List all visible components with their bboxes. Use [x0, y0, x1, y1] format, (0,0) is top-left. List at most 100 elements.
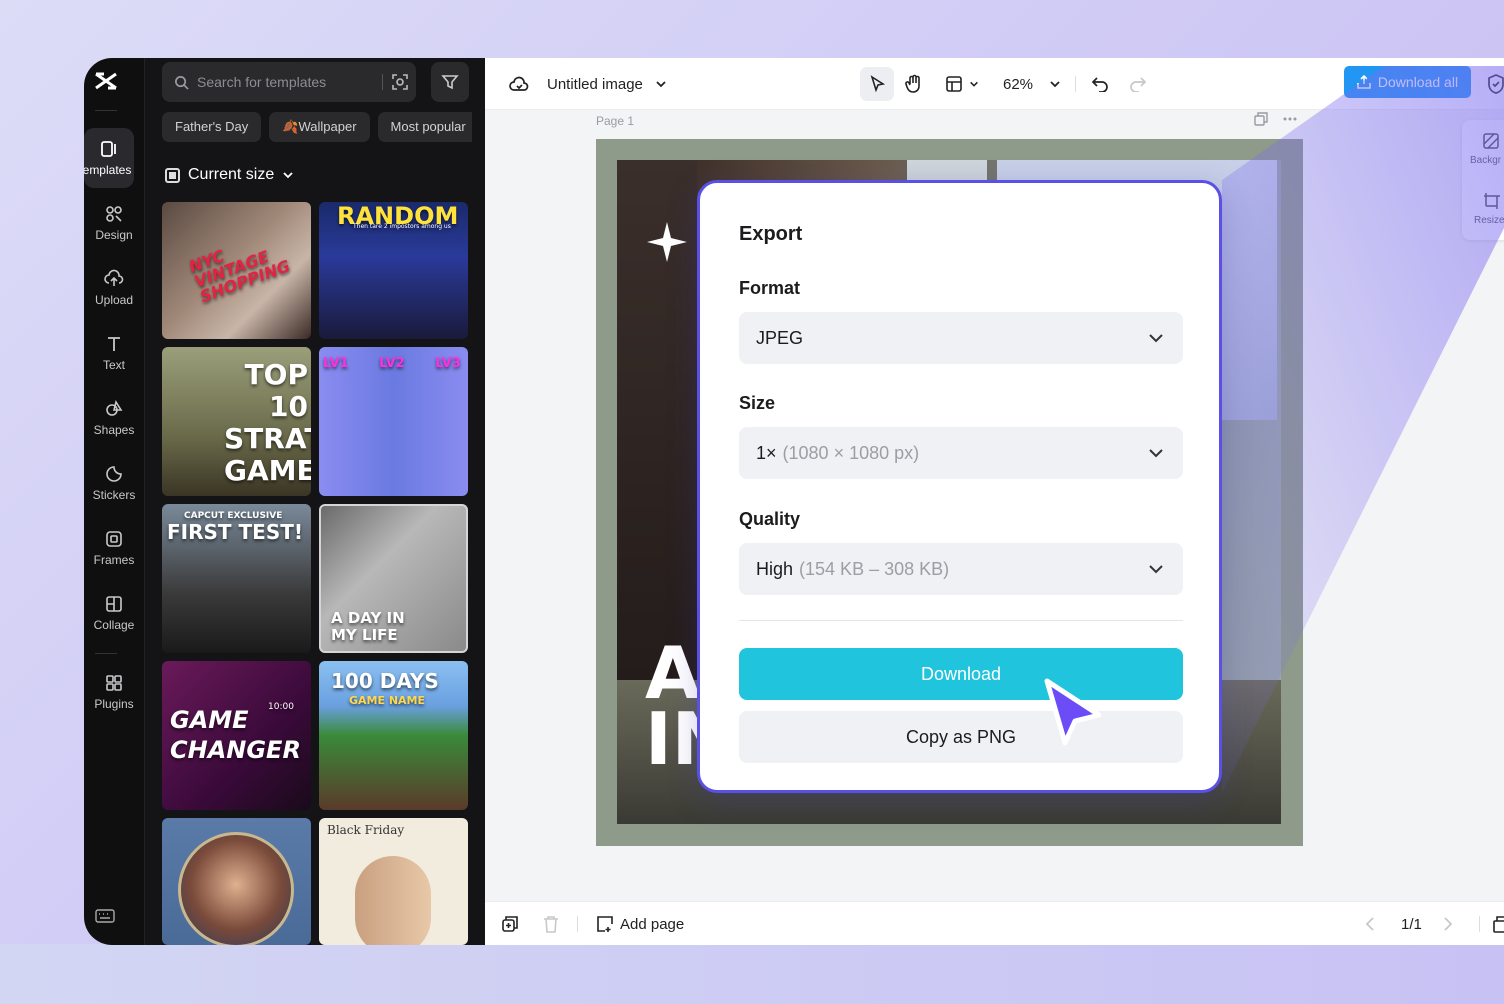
size-label: Size	[739, 393, 776, 413]
layout-button[interactable]	[945, 58, 979, 110]
sidebar-item-text[interactable]: Text	[84, 323, 144, 383]
add-page-button[interactable]: Add page	[596, 902, 684, 945]
select-tool-button[interactable]	[860, 67, 894, 101]
chevron-down-icon	[1149, 449, 1163, 458]
resize-tool[interactable]: Resize	[1474, 192, 1504, 226]
chevron-down-icon	[656, 81, 666, 88]
more-icon[interactable]	[1282, 112, 1298, 126]
sidebar-item-templates[interactable]: Templates	[84, 128, 134, 188]
filter-button[interactable]	[431, 62, 469, 102]
sidebar-item-collage[interactable]: Collage	[84, 583, 144, 643]
background-band	[0, 944, 1504, 1004]
search-input[interactable]	[197, 74, 367, 90]
template-card[interactable]: CAPCUT EXCLUSIVE FIRST TEST!	[162, 504, 311, 653]
duplicate-button[interactable]	[501, 902, 519, 945]
quality-label: Quality	[739, 509, 801, 529]
next-page-button[interactable]	[1443, 902, 1453, 945]
template-card[interactable]: 100 DAYS GAME NAME	[319, 661, 468, 810]
bottom-toolbar: Add page 1/1	[485, 901, 1504, 945]
rail-divider	[95, 110, 117, 111]
chevron-right-icon	[1444, 917, 1453, 931]
cloud-icon	[509, 76, 529, 91]
undo-icon	[1091, 77, 1108, 92]
product-image	[355, 856, 431, 945]
page-counter: 1/1	[1401, 915, 1422, 933]
duplicate-page-icon[interactable]	[1254, 112, 1268, 126]
page-label: Page 1	[596, 114, 635, 128]
sparkle-icon	[647, 222, 687, 262]
mouse-cursor-icon	[1044, 678, 1102, 746]
collage-icon	[106, 596, 122, 612]
background-icon	[1482, 133, 1499, 149]
sidebar-item-upload[interactable]: Upload	[84, 258, 144, 318]
sidebar-item-stickers[interactable]: Stickers	[84, 453, 144, 513]
quality-select[interactable]: High (154 KB – 308 KB)	[739, 543, 1183, 595]
upload-icon	[104, 269, 124, 286]
rail-divider	[95, 653, 117, 654]
sidebar-item-design[interactable]: Design	[84, 193, 144, 253]
right-side-panel: Backgr Resize	[1462, 120, 1504, 240]
pages-icon	[1493, 916, 1504, 933]
size-selector[interactable]: Current size	[165, 166, 294, 184]
shield-button[interactable]	[1487, 58, 1504, 110]
cloud-save-button[interactable]	[509, 58, 529, 110]
capcut-logo-icon	[95, 72, 117, 90]
stickers-icon	[106, 466, 122, 482]
chevron-down-icon	[1149, 565, 1163, 574]
chevron-down-icon	[1050, 81, 1060, 88]
download-button[interactable]: Download	[739, 648, 1183, 700]
portrait-image	[178, 832, 294, 945]
export-dialog: Export Format JPEG Size 1× (1080 × 1080 …	[697, 180, 1222, 793]
image-search-icon[interactable]	[390, 72, 410, 92]
chip-most-popular[interactable]: Most popular	[377, 112, 472, 142]
plugins-icon	[106, 675, 122, 691]
template-card[interactable]: LV1 LV2 LV3	[319, 347, 468, 496]
templates-icon	[101, 141, 116, 157]
bottom-divider	[1479, 916, 1480, 932]
chevron-down-icon	[283, 172, 293, 179]
search-box[interactable]	[162, 62, 416, 102]
export-title: Export	[739, 223, 803, 245]
layout-icon	[946, 76, 962, 92]
hand-icon	[905, 74, 920, 93]
chip-fathers-day[interactable]: Father's Day	[162, 112, 262, 142]
chevron-down-icon	[1149, 334, 1163, 343]
undo-button[interactable]	[1091, 58, 1109, 110]
template-card[interactable]: Black Friday	[319, 818, 468, 945]
template-card[interactable]	[162, 818, 311, 945]
template-card[interactable]: GAME CHANGER 10:00	[162, 661, 311, 810]
prev-page-button[interactable]	[1365, 902, 1375, 945]
search-icon	[175, 75, 189, 90]
template-card[interactable]: TOP 10 STRATEGY GAMES	[162, 347, 311, 496]
copy-as-png-button[interactable]: Copy as PNG	[739, 711, 1183, 763]
text-icon	[108, 337, 120, 351]
download-all-button[interactable]: Download all	[1344, 66, 1471, 98]
template-card[interactable]: NYC VINTAGE SHOPPING	[162, 202, 311, 339]
format-select[interactable]: JPEG	[739, 312, 1183, 364]
bottom-divider	[577, 916, 578, 932]
size-icon	[165, 167, 180, 183]
filter-icon	[441, 75, 459, 90]
shapes-icon	[106, 399, 123, 416]
sidebar-item-shapes[interactable]: Shapes	[84, 388, 144, 448]
delete-button[interactable]	[543, 902, 559, 945]
chevron-down-icon	[970, 81, 978, 87]
sidebar-item-frames[interactable]: Frames	[84, 518, 144, 578]
templates-panel: Father's Day 🍂Wallpaper Most popular Cur…	[145, 58, 485, 945]
chip-wallpaper[interactable]: 🍂Wallpaper	[269, 112, 370, 142]
size-select[interactable]: 1× (1080 × 1080 px)	[739, 427, 1183, 479]
page-view-button[interactable]	[1493, 902, 1504, 945]
keyboard-icon[interactable]	[95, 908, 115, 924]
share-icon	[1357, 75, 1371, 89]
hand-tool-button[interactable]	[905, 58, 923, 110]
zoom-select[interactable]: 62%	[1003, 58, 1061, 110]
design-icon	[106, 206, 122, 222]
template-card[interactable]: A DAY IN MY LIFE	[319, 504, 468, 653]
document-title[interactable]: Untitled image	[547, 58, 667, 110]
redo-button[interactable]	[1129, 58, 1147, 110]
background-tool[interactable]: Backgr	[1470, 132, 1501, 166]
search-divider	[382, 74, 383, 90]
sidebar-item-plugins[interactable]: Plugins	[84, 662, 144, 722]
page-tools	[1254, 112, 1298, 126]
template-card[interactable]: RANDOM Then tare 2 impostors among us	[319, 202, 468, 339]
